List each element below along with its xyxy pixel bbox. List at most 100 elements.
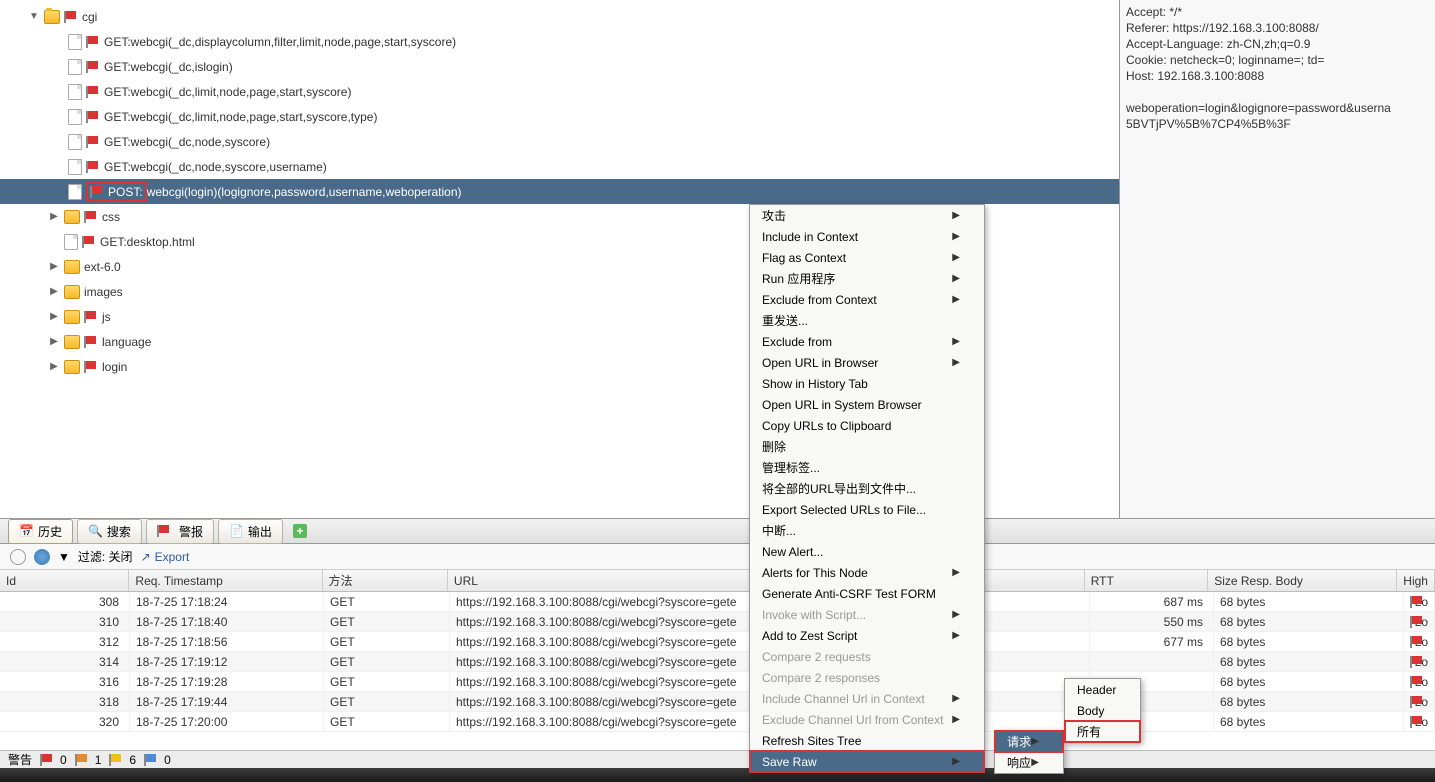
menu-item[interactable]: Copy URLs to Clipboard (750, 415, 984, 436)
expand-icon[interactable]: ▶ (48, 286, 60, 298)
flag-icon (1410, 596, 1411, 608)
tree-item[interactable]: GET:webcgi(_dc,node,syscore) (0, 129, 1119, 154)
tree-item[interactable]: GET:webcgi(_dc,displaycolumn,filter,limi… (0, 29, 1119, 54)
menu-item[interactable]: Generate Anti-CSRF Test FORM (750, 583, 984, 604)
flag-icon (86, 111, 100, 123)
submenu-arrow-icon: ▶ (952, 567, 960, 578)
menu-item[interactable]: 攻击▶ (750, 205, 984, 226)
add-tab-button[interactable]: + (287, 522, 313, 540)
menu-item[interactable]: Run 应用程序▶ (750, 268, 984, 289)
tree-item-selected[interactable]: POST: webcgi(login)(logignore,password,u… (0, 179, 1119, 204)
funnel-icon[interactable]: ▼ (58, 550, 70, 564)
menu-item[interactable]: Exclude from Context▶ (750, 289, 984, 310)
menu-body[interactable]: Body (1065, 700, 1140, 721)
file-icon (68, 109, 82, 125)
expand-icon[interactable]: ▶ (48, 211, 60, 223)
flag-icon (86, 86, 100, 98)
menu-item[interactable]: Save Raw▶ (750, 751, 984, 772)
submenu-arrow-icon: ▶ (952, 210, 960, 221)
tree-item[interactable]: GET:webcgi(_dc,islogin) (0, 54, 1119, 79)
submenu-arrow-icon: ▶ (952, 294, 960, 305)
flag-icon (1410, 636, 1411, 648)
tab-history[interactable]: 📅历史 (8, 519, 73, 544)
flag-icon (1410, 696, 1411, 708)
status-flag-blue: 0 (144, 753, 171, 767)
menu-item[interactable]: Exclude from▶ (750, 331, 984, 352)
flag-icon (1410, 716, 1411, 728)
flag-icon (40, 754, 54, 766)
submenu-save-parts: Header Body 所有 (1064, 678, 1141, 743)
menu-item[interactable]: 中断... (750, 520, 984, 541)
menu-item: Invoke with Script...▶ (750, 604, 984, 625)
expand-icon[interactable]: ▶ (48, 311, 60, 323)
menu-item[interactable]: New Alert... (750, 541, 984, 562)
menu-item[interactable]: Alerts for This Node▶ (750, 562, 984, 583)
column-high[interactable]: High (1397, 570, 1435, 591)
export-button[interactable]: ↗ Export (141, 550, 190, 564)
calendar-icon: 📅 (19, 524, 34, 538)
flag-icon (84, 336, 98, 348)
tree-item[interactable]: GET:webcgi(_dc,node,syscore,username) (0, 154, 1119, 179)
table-row[interactable]: 310 18-7-25 17:18:40 GET https://192.168… (0, 612, 1435, 632)
menu-item[interactable]: Include in Context▶ (750, 226, 984, 247)
expand-icon[interactable]: ▶ (48, 361, 60, 373)
tree-item[interactable]: GET:webcgi(_dc,limit,node,page,start,sys… (0, 104, 1119, 129)
folder-icon (64, 360, 80, 374)
table-row[interactable]: 312 18-7-25 17:18:56 GET https://192.168… (0, 632, 1435, 652)
menu-item[interactable]: 删除 (750, 436, 984, 457)
table-row[interactable]: 314 18-7-25 17:19:12 GET https://192.168… (0, 652, 1435, 672)
expand-icon[interactable]: ▶ (48, 261, 60, 273)
menu-header[interactable]: Header (1065, 679, 1140, 700)
menu-item[interactable]: 重发送... (750, 310, 984, 331)
target-icon[interactable] (10, 549, 26, 565)
menu-item[interactable]: Open URL in Browser▶ (750, 352, 984, 373)
menu-item: Include Channel Url in Context▶ (750, 688, 984, 709)
filter-label[interactable]: 过滤: 关闭 (78, 548, 133, 565)
submenu-arrow-icon: ▶ (1031, 736, 1039, 747)
tab-output[interactable]: 📄输出 (218, 519, 283, 544)
menu-item[interactable]: 将全部的URL导出到文件中... (750, 478, 984, 499)
globe-icon[interactable] (34, 549, 50, 565)
column-rtt[interactable]: RTT (1085, 570, 1208, 591)
tree-folder-cgi[interactable]: ▼ cgi (0, 4, 1119, 29)
submenu-arrow-icon: ▶ (952, 714, 960, 725)
table-row[interactable]: 320 18-7-25 17:20:00 GET https://192.168… (0, 712, 1435, 732)
menu-item[interactable]: Show in History Tab (750, 373, 984, 394)
submenu-request-response: 请求▶ 响应▶ (994, 730, 1064, 774)
output-icon: 📄 (229, 524, 244, 538)
flag-icon (84, 311, 98, 323)
folder-icon (64, 260, 80, 274)
tab-search[interactable]: 🔍搜索 (77, 519, 142, 544)
menu-item[interactable]: Open URL in System Browser (750, 394, 984, 415)
tree-item[interactable]: GET:webcgi(_dc,limit,node,page,start,sys… (0, 79, 1119, 104)
collapse-icon[interactable]: ▼ (28, 11, 40, 23)
menu-item: Exclude Channel Url from Context▶ (750, 709, 984, 730)
column-id[interactable]: Id (0, 570, 129, 591)
os-taskbar (0, 768, 1435, 782)
menu-response[interactable]: 响应▶ (995, 752, 1063, 773)
menu-item[interactable]: Add to Zest Script▶ (750, 625, 984, 646)
file-icon (68, 184, 82, 200)
flag-icon (86, 61, 100, 73)
table-row[interactable]: 316 18-7-25 17:19:28 GET https://192.168… (0, 672, 1435, 692)
column-timestamp[interactable]: Req. Timestamp (129, 570, 322, 591)
highlight-box: POST: (86, 182, 147, 202)
flag-icon (82, 236, 96, 248)
expand-icon[interactable]: ▶ (48, 336, 60, 348)
menu-item[interactable]: 管理标签... (750, 457, 984, 478)
flag-icon (144, 754, 158, 766)
file-icon (68, 84, 82, 100)
folder-icon (64, 310, 80, 324)
menu-all[interactable]: 所有 (1065, 721, 1140, 742)
menu-item: Compare 2 requests (750, 646, 984, 667)
tab-alerts[interactable]: 警报 (146, 519, 214, 544)
column-size[interactable]: Size Resp. Body (1208, 570, 1397, 591)
table-row[interactable]: 308 18-7-25 17:18:24 GET https://192.168… (0, 592, 1435, 612)
column-method[interactable]: 方法 (323, 570, 448, 591)
menu-request[interactable]: 请求▶ (995, 731, 1063, 752)
table-row[interactable]: 318 18-7-25 17:19:44 GET https://192.168… (0, 692, 1435, 712)
menu-item[interactable]: Refresh Sites Tree (750, 730, 984, 751)
menu-item[interactable]: Flag as Context▶ (750, 247, 984, 268)
submenu-arrow-icon: ▶ (952, 252, 960, 263)
menu-item[interactable]: Export Selected URLs to File... (750, 499, 984, 520)
